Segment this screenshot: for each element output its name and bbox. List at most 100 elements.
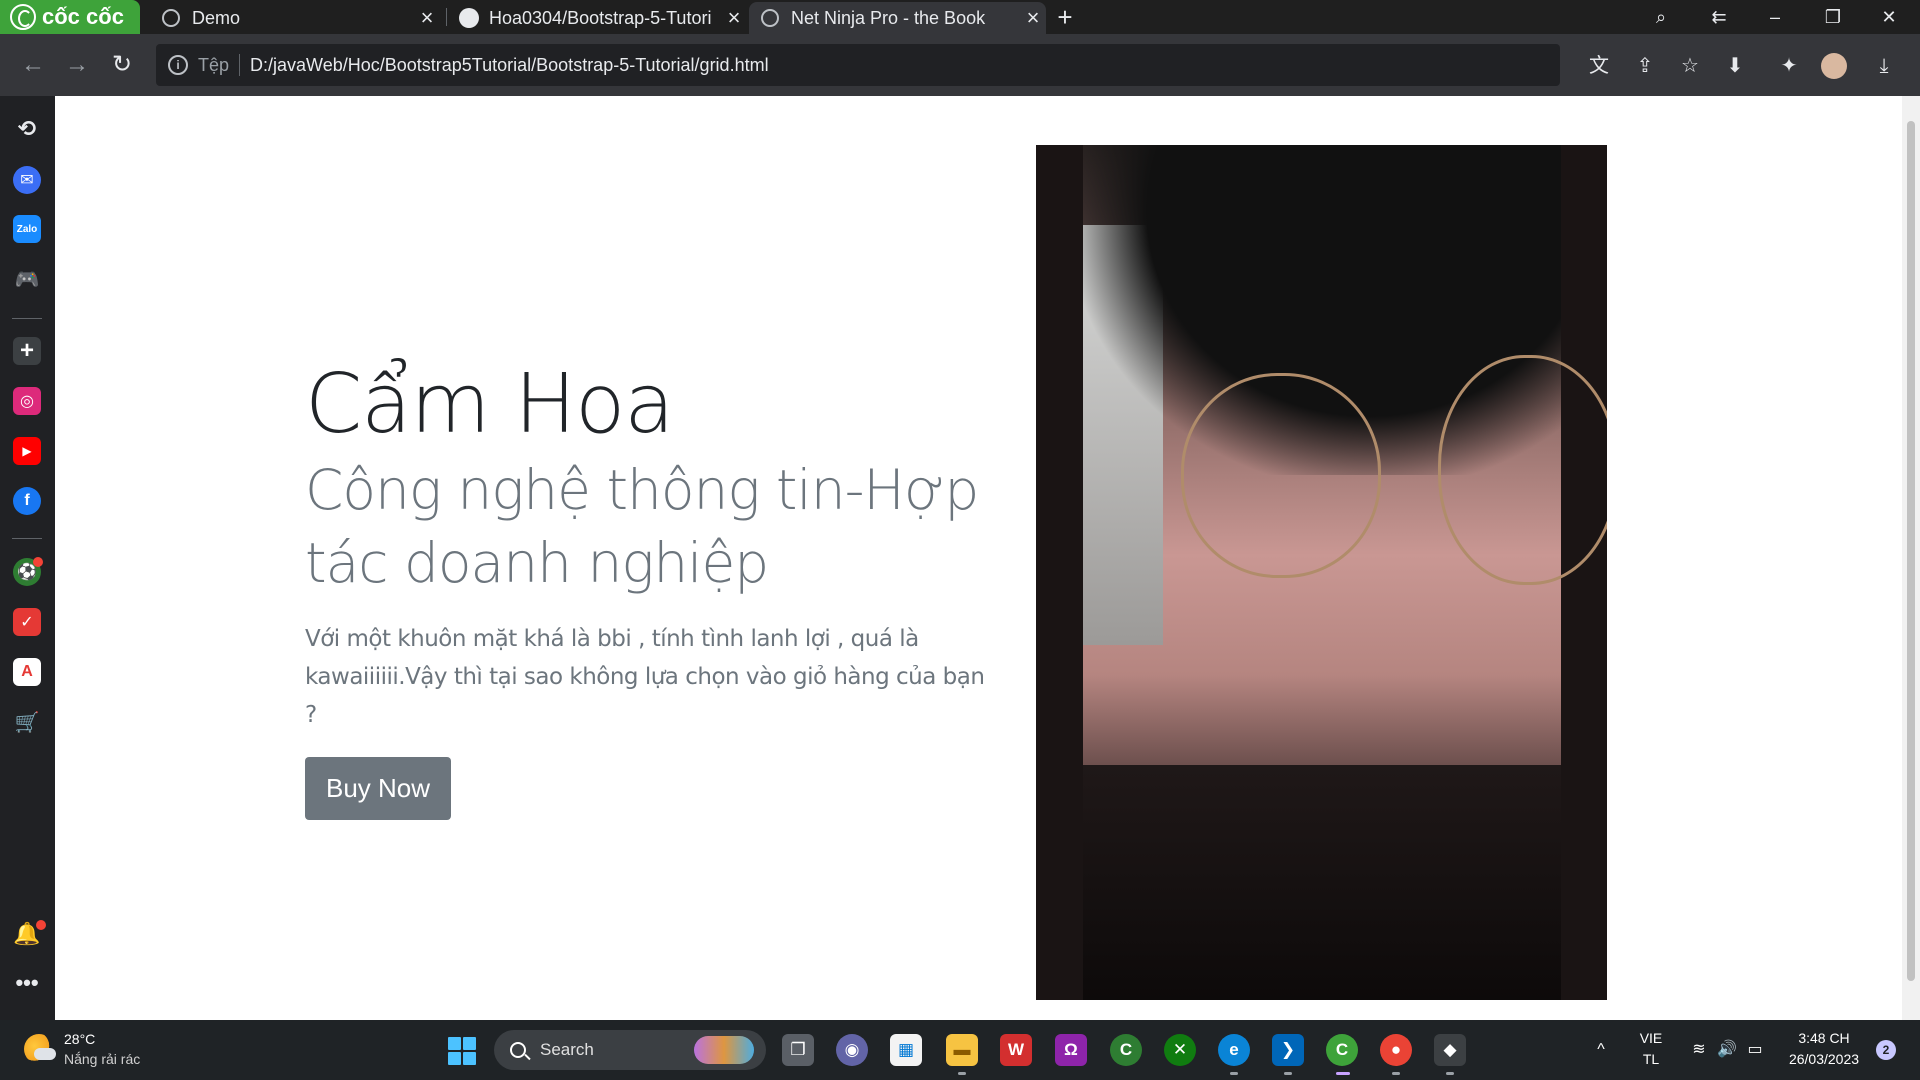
close-window-button[interactable]: ✕ [1866, 0, 1912, 34]
back-button[interactable]: ← [18, 50, 48, 80]
scrollbar-thumb[interactable] [1907, 121, 1915, 981]
pinned-app-icon[interactable]: Ω [1055, 1034, 1087, 1066]
new-tab-button[interactable]: + [1052, 0, 1078, 34]
shopping-cart-icon[interactable]: 🛒 [13, 708, 41, 736]
todo-check-icon[interactable]: ✓ [13, 608, 41, 636]
search-label: Search [540, 1040, 594, 1059]
clock-date[interactable]: 26/03/2023 [1778, 1051, 1870, 1071]
weather-description[interactable]: Nắng rải rác [64, 1051, 140, 1067]
translate-icon[interactable]: 文 [1586, 53, 1612, 79]
sidebar-divider [12, 538, 42, 539]
file-explorer-icon[interactable]: ▬ [946, 1034, 978, 1066]
address-bar[interactable]: i Tệp D:/javaWeb/Hoc/Bootstrap5Tutorial/… [156, 44, 1560, 86]
language-indicator[interactable]: VIE [1626, 1030, 1676, 1050]
game-controller-icon[interactable]: 🎮 [13, 265, 41, 293]
wps-office-icon[interactable]: W [1000, 1034, 1032, 1066]
tab-title: Hoa0304/Bootstrap-5-Tutori [489, 7, 712, 28]
back-forward-cache-icon[interactable]: ⇇ [1696, 0, 1742, 34]
tab-title: Net Ninja Pro - the Book [791, 7, 986, 28]
screen: cốc cốc Demo × Hoa0304/Bootstrap-5-Tutor… [0, 0, 1920, 1080]
facebook-icon[interactable]: f [13, 487, 41, 515]
add-app-icon[interactable]: + [13, 337, 41, 365]
youtube-icon[interactable]: ▶ [13, 437, 41, 465]
maximize-button[interactable]: ❐ [1810, 0, 1856, 34]
edge-icon[interactable]: e [1218, 1034, 1250, 1066]
running-indicator [958, 1072, 966, 1075]
microsoft-store-icon[interactable]: ▦ [890, 1034, 922, 1066]
glasses-left-lens [1181, 373, 1381, 578]
history-icon[interactable]: ⟲ [13, 115, 41, 143]
buy-now-button[interactable]: Buy Now [305, 757, 452, 821]
close-tab-icon[interactable]: × [414, 5, 440, 31]
wifi-icon[interactable]: ≋ [1686, 1020, 1712, 1080]
taskbar-search[interactable]: Search [494, 1030, 766, 1070]
running-indicator [1446, 1072, 1454, 1075]
tab-search-icon[interactable]: ⌕ [1638, 0, 1684, 34]
info-icon[interactable]: i [168, 55, 188, 75]
volume-icon[interactable]: 🔊 [1714, 1020, 1740, 1080]
coccoc-logo-icon [10, 4, 36, 30]
dictionary-icon[interactable]: A [13, 658, 41, 686]
task-view-icon[interactable]: ❐ [782, 1034, 814, 1066]
more-icon[interactable]: ••• [13, 969, 41, 997]
hero-text: Cẩm Hoa Công nghệ thông tin-Hợp tác doan… [305, 357, 985, 821]
forward-button[interactable]: → [62, 50, 92, 80]
chrome-icon[interactable]: ● [1380, 1034, 1412, 1066]
coccoc-logo[interactable]: cốc cốc [0, 0, 140, 34]
globe-icon [162, 9, 180, 27]
vscode-icon[interactable]: ❯ [1272, 1034, 1304, 1066]
minimize-button[interactable]: – [1752, 0, 1798, 34]
savior-download-icon[interactable]: ⬇ [1722, 53, 1748, 79]
browser-toolbar: ← → ↻ i Tệp D:/javaWeb/Hoc/Bootstrap5Tut… [0, 34, 1920, 96]
coccoc-browser-icon[interactable]: C [1326, 1034, 1358, 1066]
hero-name: Cẩm Hoa [305, 357, 675, 452]
notification-dot [36, 920, 46, 930]
close-tab-icon[interactable]: × [1020, 5, 1046, 31]
search-icon [510, 1042, 526, 1058]
hero-subtitle: Công nghệ thông tin-Hợp tác doanh nghiệp [305, 458, 979, 595]
battery-icon[interactable]: ▭ [1742, 1020, 1768, 1080]
photo-shoulders [1083, 765, 1561, 1000]
page-viewport: Cẩm Hoa Công nghệ thông tin-Hợp tác doan… [55, 96, 1920, 1020]
xbox-icon[interactable]: ✕ [1164, 1034, 1196, 1066]
tab-github[interactable]: Hoa0304/Bootstrap-5-Tutori × [447, 2, 747, 34]
browser-sidebar: ⟲ ✉ Zalo 🎮 + ◎ ▶ f ⚽ ✓ A 🛒 🔔 ••• [0, 96, 55, 1020]
notification-count-badge[interactable]: 2 [1876, 1040, 1896, 1060]
downloads-icon[interactable]: ⤓ [1871, 53, 1897, 79]
page-scrollbar[interactable] [1902, 96, 1920, 1020]
globe-icon [761, 9, 779, 27]
running-indicator [1284, 1072, 1292, 1075]
show-hidden-icons-chevron[interactable]: ^ [1586, 1020, 1616, 1080]
url-text[interactable]: D:/javaWeb/Hoc/Bootstrap5Tutorial/Bootst… [250, 55, 769, 76]
close-tab-icon[interactable]: × [721, 5, 747, 31]
browser-tab-strip: cốc cốc Demo × Hoa0304/Bootstrap-5-Tutor… [0, 0, 1920, 34]
weather-temperature[interactable]: 28°C [64, 1031, 95, 1047]
active-indicator [1336, 1072, 1350, 1075]
search-highlight-art [694, 1036, 754, 1064]
reload-button[interactable]: ↻ [107, 50, 137, 80]
git-app-icon[interactable]: ◆ [1434, 1034, 1466, 1066]
coccoc-app-icon[interactable]: C [1110, 1034, 1142, 1066]
brand-label: cốc cốc [42, 4, 124, 29]
windows-taskbar: 28°C Nắng rải rác Search ❐ ◉ ▦ ▬ W Ω C ✕… [0, 1020, 1920, 1080]
tab-title: Demo [192, 7, 241, 28]
input-method-indicator[interactable]: TL [1626, 1051, 1676, 1071]
extensions-icon[interactable]: ✦ [1776, 53, 1802, 79]
tab-net-ninja[interactable]: Net Ninja Pro - the Book × [749, 2, 1046, 34]
windows-start-icon[interactable] [448, 1037, 476, 1065]
address-divider [239, 54, 241, 76]
profile-avatar[interactable] [1821, 53, 1847, 79]
messenger-icon[interactable]: ✉ [13, 166, 41, 194]
notification-dot [33, 557, 43, 567]
file-scheme-label: Tệp [198, 54, 230, 75]
share-icon[interactable]: ⇪ [1632, 53, 1658, 79]
chat-icon[interactable]: ◉ [836, 1034, 868, 1066]
tab-demo[interactable]: Demo × [150, 2, 440, 34]
zalo-icon[interactable]: Zalo [13, 215, 41, 243]
running-indicator [1392, 1072, 1400, 1075]
weather-partly-sunny-icon[interactable] [24, 1034, 56, 1064]
profile-photo [1036, 145, 1607, 1000]
clock-time[interactable]: 3:48 CH [1778, 1030, 1870, 1050]
bookmark-star-icon[interactable]: ☆ [1677, 53, 1703, 79]
instagram-icon[interactable]: ◎ [13, 387, 41, 415]
